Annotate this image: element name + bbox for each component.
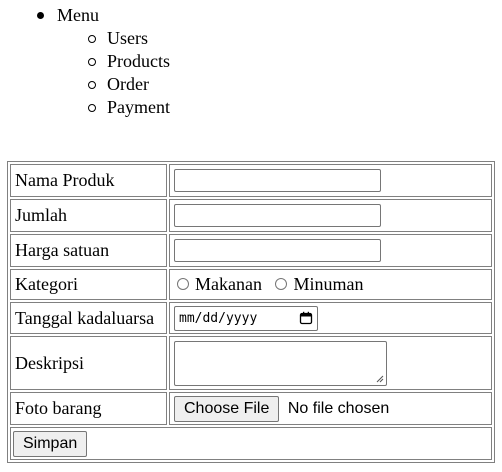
menu-item-label: Payment [107, 97, 170, 117]
menu-item-label: Products [107, 51, 170, 71]
cell-nama-produk [169, 164, 492, 197]
radio-makanan[interactable] [177, 278, 189, 291]
menu-item-label: Order [107, 74, 149, 94]
form-row-foto: Foto barang Choose File No file chosen [10, 392, 492, 425]
menu-item-label: Users [107, 28, 148, 48]
choose-file-button[interactable]: Choose File [174, 395, 280, 422]
circle-bullet-icon [88, 35, 96, 43]
menu-root: Menu Users Products Order Payment [37, 4, 170, 119]
menu-item-payment[interactable]: Payment [88, 96, 170, 119]
resize-handle-icon[interactable] [375, 374, 384, 383]
harga-satuan-input[interactable] [174, 239, 381, 263]
circle-bullet-icon [88, 58, 96, 66]
disc-bullet-icon [37, 12, 44, 19]
form-row-deskripsi: Deskripsi [10, 336, 492, 390]
radio-label-makanan: Makanan [195, 273, 262, 294]
form-row-kategori: Kategori Makanan Minuman [10, 269, 492, 300]
simpan-button[interactable]: Simpan [13, 430, 88, 457]
label-jumlah: Jumlah [10, 199, 167, 232]
product-form-table: Nama Produk Jumlah Harga satuan Kategori… [7, 161, 495, 463]
cell-deskripsi [169, 336, 492, 390]
cell-kategori: Makanan Minuman [169, 269, 492, 300]
circle-bullet-icon [88, 104, 96, 112]
label-harga-satuan: Harga satuan [10, 234, 167, 267]
date-placeholder: mm/dd/yyyy [179, 310, 258, 326]
label-deskripsi: Deskripsi [10, 336, 167, 390]
file-status-text: No file chosen [287, 399, 390, 417]
radio-label-minuman: Minuman [293, 273, 364, 294]
radio-option-minuman[interactable]: Minuman [272, 274, 363, 295]
form-row-harga-satuan: Harga satuan [10, 234, 492, 267]
form-row-submit: Simpan [10, 427, 492, 460]
main-menu: Menu Users Products Order Payment [0, 4, 170, 119]
menu-item-order[interactable]: Order [88, 73, 170, 96]
radio-minuman[interactable] [275, 278, 288, 291]
label-kategori: Kategori [10, 269, 167, 300]
deskripsi-textarea[interactable] [174, 340, 387, 386]
cell-submit: Simpan [10, 427, 492, 460]
cell-jumlah [169, 199, 492, 232]
circle-bullet-icon [88, 81, 96, 89]
nama-produk-input[interactable] [174, 169, 381, 193]
menu-item-users[interactable]: Users [88, 27, 170, 50]
submenu: Users Products Order Payment [57, 27, 170, 119]
cell-foto: Choose File No file chosen [169, 392, 492, 425]
calendar-icon[interactable] [299, 311, 313, 325]
cell-tanggal: mm/dd/yyyy [169, 302, 492, 334]
jumlah-input[interactable] [174, 204, 381, 228]
form-row-tanggal: Tanggal kadaluarsa mm/dd/yyyy [10, 302, 492, 334]
form-row-nama-produk: Nama Produk [10, 164, 492, 197]
tanggal-date-input[interactable]: mm/dd/yyyy [174, 305, 318, 331]
cell-harga-satuan [169, 234, 492, 267]
form-row-jumlah: Jumlah [10, 199, 492, 232]
menu-item-products[interactable]: Products [88, 50, 170, 73]
label-foto: Foto barang [10, 392, 167, 425]
label-nama-produk: Nama Produk [10, 164, 167, 197]
radio-option-makanan[interactable]: Makanan [174, 274, 262, 295]
label-tanggal: Tanggal kadaluarsa [10, 302, 167, 334]
menu-title: Menu [57, 5, 99, 25]
